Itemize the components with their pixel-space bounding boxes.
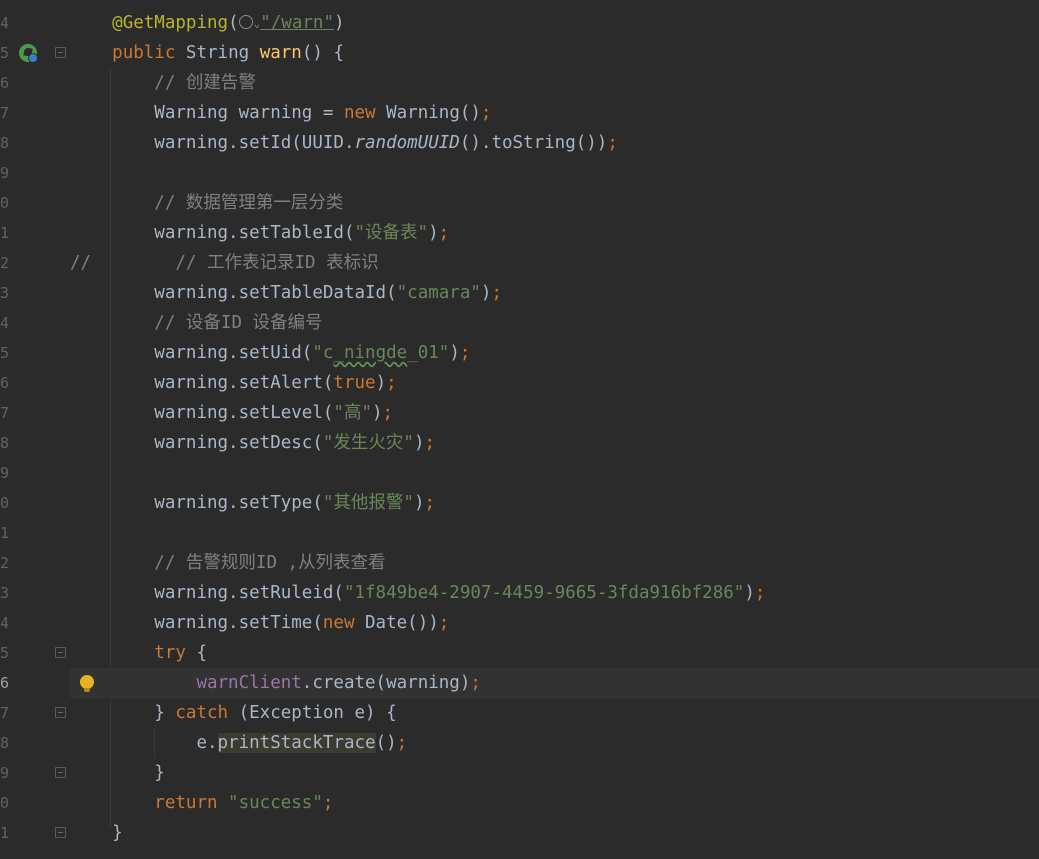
code-line[interactable]: // // 工作表记录ID 表标识 (70, 248, 1039, 278)
typo-highlight: _ningde (333, 343, 408, 363)
code-line[interactable]: warning.setTableId("设备表"); (70, 218, 1039, 248)
code-line[interactable]: // 数据管理第一层分类 (70, 188, 1039, 218)
line-number: 1 (0, 524, 10, 542)
annotation: @GetMapping (112, 13, 229, 33)
code-line[interactable]: warning.setUid("c_ningde_01"); (70, 338, 1039, 368)
line-number: 8 (0, 434, 10, 452)
code-editor[interactable]: 4 5 6 7 8 9 0 1 2 3 4 5 6 7 8 9 0 1 2 3 … (0, 0, 1039, 859)
line-number: 5 (0, 344, 10, 362)
line-number: 4 (0, 614, 10, 632)
code-line[interactable]: warning.setTableDataId("camara"); (70, 278, 1039, 308)
lightbulb-intention-icon[interactable] (80, 675, 94, 692)
usage-highlight: printStackTrace (217, 733, 376, 753)
line-number: 6 (0, 374, 10, 392)
line-number: 7 (0, 704, 10, 722)
line-number: 5 (0, 644, 10, 662)
fold-marker-icon[interactable] (55, 827, 66, 838)
line-number: 3 (0, 584, 10, 602)
url-link[interactable]: "/warn" (260, 13, 334, 33)
line-number: 8 (0, 134, 10, 152)
spring-bean-icon[interactable] (19, 44, 38, 63)
code-line[interactable]: // 创建告警 (70, 68, 1039, 98)
code-line[interactable]: warning.setRuleid("1f849be4-2907-4459-96… (70, 578, 1039, 608)
line-number: 9 (0, 464, 10, 482)
globe-icon[interactable] (238, 15, 253, 29)
line-number: 7 (0, 104, 10, 122)
code-line[interactable]: warning.setAlert(true); (70, 368, 1039, 398)
line-number: 7 (0, 404, 10, 422)
code-line[interactable]: warning.setTime(new Date()); (70, 608, 1039, 638)
code-line[interactable]: try { (70, 638, 1039, 668)
code-line[interactable]: e.printStackTrace(); (70, 728, 1039, 758)
code-line[interactable]: @GetMapping(⌄"/warn") (70, 8, 1039, 38)
line-number: 0 (0, 494, 10, 512)
line-number: 1 (0, 224, 10, 242)
code-line[interactable]: } (70, 818, 1039, 848)
code-line[interactable]: warning.setLevel("高"); (70, 398, 1039, 428)
line-number: 2 (0, 254, 10, 272)
code-line[interactable]: } catch (Exception e) { (70, 698, 1039, 728)
fold-marker-icon[interactable] (55, 47, 66, 58)
line-number-current: 6 (0, 674, 10, 692)
line-number: 6 (0, 74, 10, 92)
line-number: 4 (0, 14, 10, 32)
code-line[interactable]: // 告警规则ID ,从列表查看 (70, 548, 1039, 578)
code-line[interactable]: warning.setId(UUID.randomUUID().toString… (70, 128, 1039, 158)
fold-marker-icon[interactable] (55, 707, 66, 718)
line-number: 2 (0, 554, 10, 572)
line-number: 8 (0, 734, 10, 752)
line-number: 5 (0, 44, 10, 62)
code-line[interactable]: warning.setDesc("发生火灾"); (70, 428, 1039, 458)
code-line[interactable]: } (70, 758, 1039, 788)
line-number: 0 (0, 194, 10, 212)
code-line[interactable]: return "success"; (70, 788, 1039, 818)
code-line[interactable]: // 设备ID 设备编号 (70, 308, 1039, 338)
fold-marker-icon[interactable] (55, 767, 66, 778)
line-number: 4 (0, 314, 10, 332)
fold-marker-icon[interactable] (55, 647, 66, 658)
line-number: 9 (0, 164, 10, 182)
line-number: 3 (0, 284, 10, 302)
line-number: 1 (0, 824, 10, 842)
line-number: 0 (0, 794, 10, 812)
code-line[interactable]: warning.setType("其他报警"); (70, 488, 1039, 518)
line-number: 9 (0, 764, 10, 782)
code-line[interactable]: Warning warning = new Warning(); (70, 98, 1039, 128)
code-line-current[interactable]: warnClient.create(warning); (70, 668, 1039, 698)
code-line[interactable]: public String warn() { (70, 38, 1039, 68)
